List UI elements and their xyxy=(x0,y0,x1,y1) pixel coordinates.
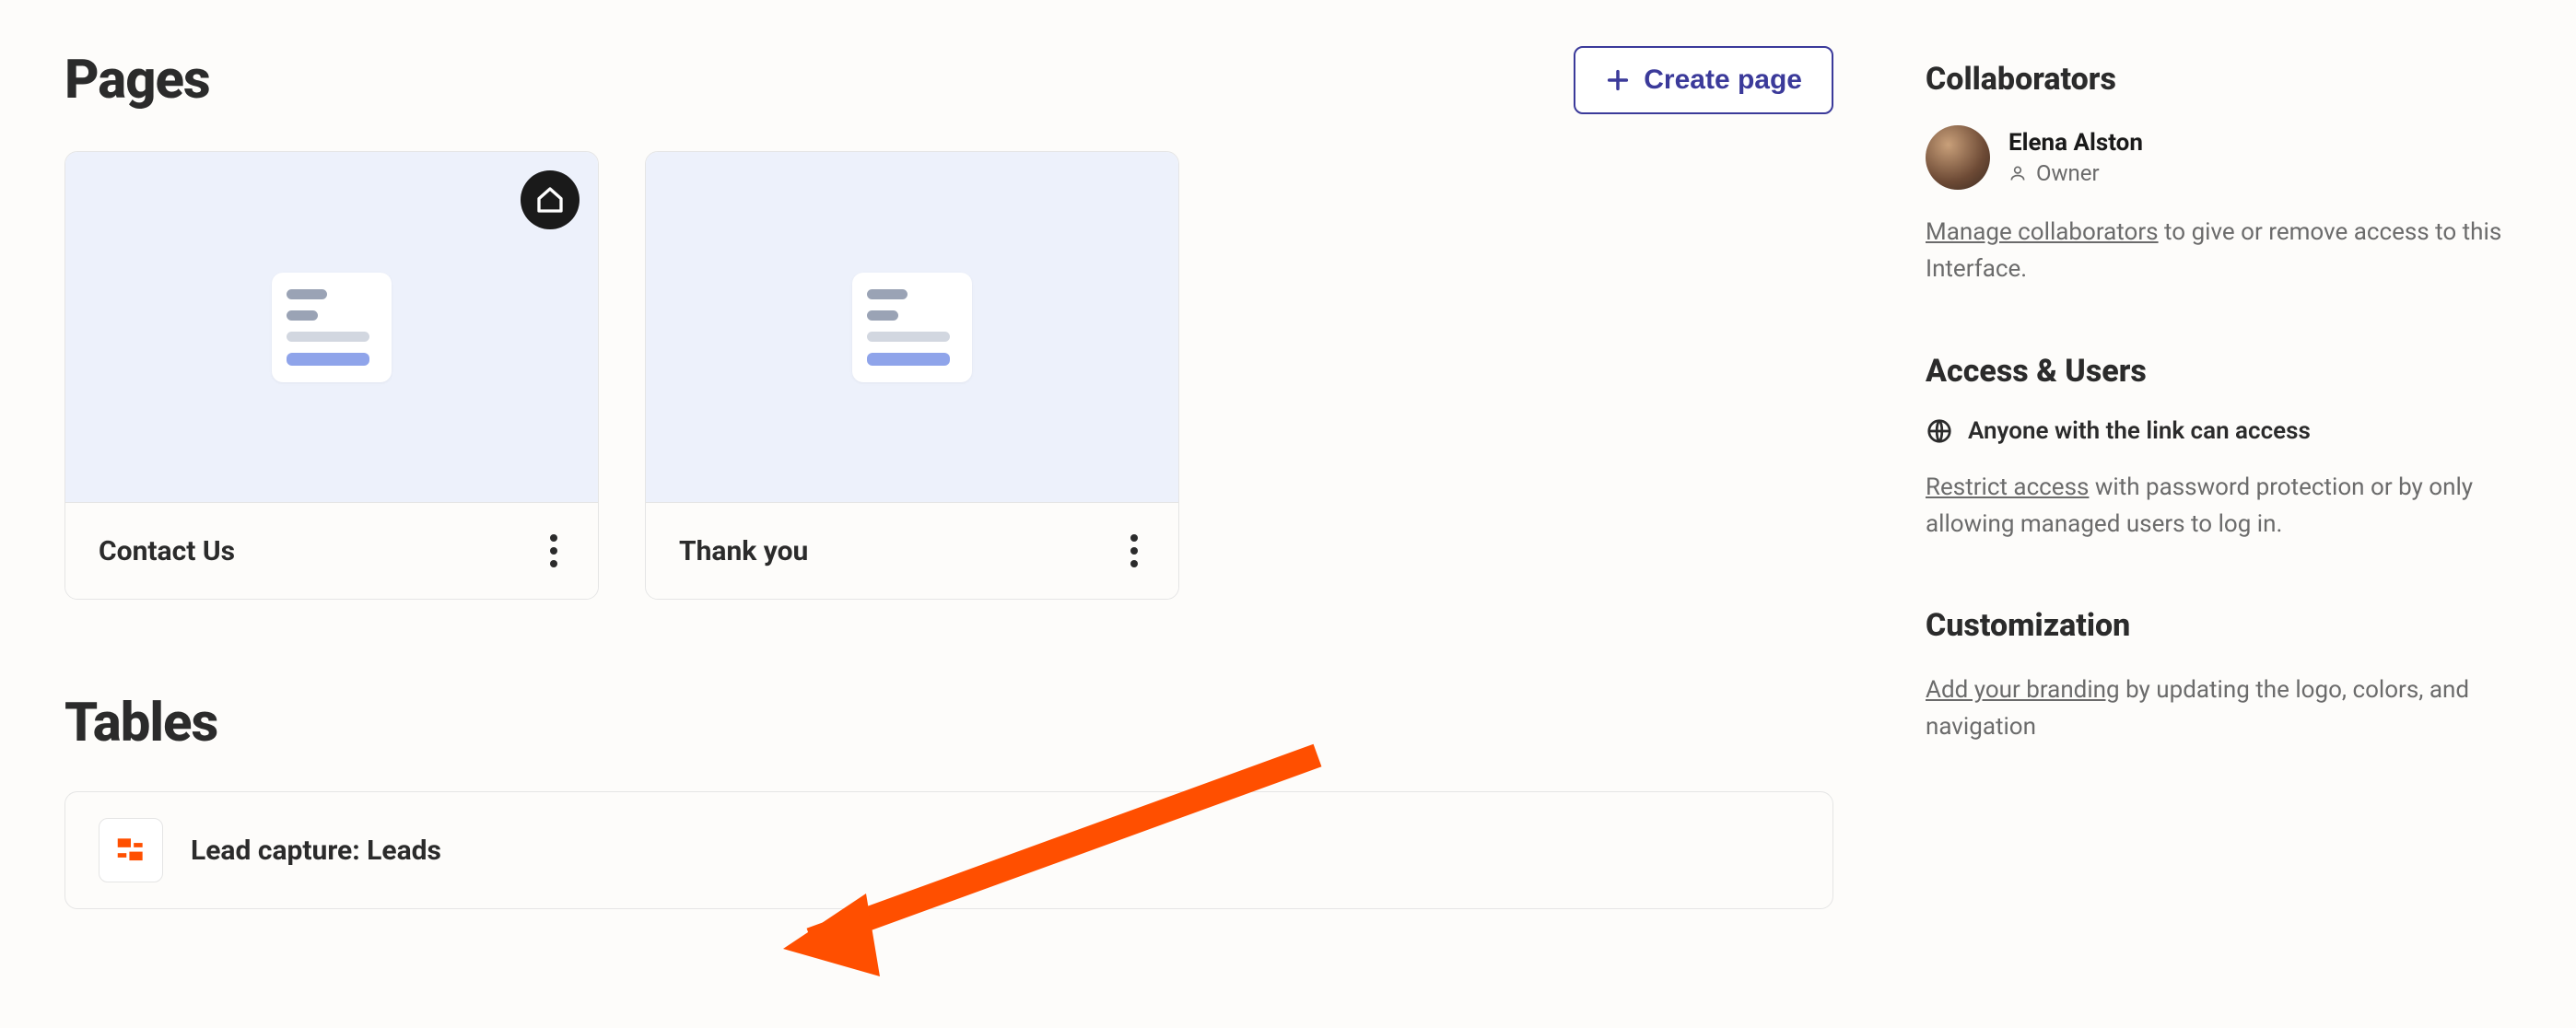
customization-heading: Customization xyxy=(1926,607,2512,644)
page-card-thank-you[interactable]: Thank you xyxy=(645,151,1179,600)
page-card-contact-us[interactable]: Contact Us xyxy=(64,151,599,600)
collaborators-heading: Collaborators xyxy=(1926,61,2512,98)
create-page-button[interactable]: Create page xyxy=(1574,46,1833,114)
collaborators-section: Collaborators Elena Alston Owner Manage … xyxy=(1926,61,2512,288)
access-status-row: Anyone with the link can access xyxy=(1926,417,2512,445)
page-card-menu-button[interactable] xyxy=(543,527,565,575)
collaborator-role: Owner xyxy=(2008,160,2143,186)
home-badge xyxy=(521,170,580,229)
page-card-preview xyxy=(65,152,598,502)
page-card-preview xyxy=(646,152,1178,502)
tables-heading: Tables xyxy=(64,692,1833,754)
avatar xyxy=(1926,125,1990,190)
customization-hint: Add your branding by updating the logo, … xyxy=(1926,672,2512,746)
zapier-tables-icon xyxy=(99,818,163,882)
pages-heading: Pages xyxy=(64,49,210,111)
manage-collaborators-link[interactable]: Manage collaborators xyxy=(1926,218,2159,246)
person-icon xyxy=(2008,164,2027,182)
page-thumbnail-icon xyxy=(272,273,392,382)
access-heading: Access & Users xyxy=(1926,353,2512,390)
collaborator-name: Elena Alston xyxy=(2008,129,2143,157)
collaborator-row: Elena Alston Owner xyxy=(1926,125,2512,190)
globe-icon xyxy=(1926,417,1953,445)
create-page-label: Create page xyxy=(1644,64,1802,96)
page-card-menu-button[interactable] xyxy=(1123,527,1145,575)
restrict-access-link[interactable]: Restrict access xyxy=(1926,473,2089,501)
page-thumbnail-icon xyxy=(852,273,972,382)
table-row-lead-capture[interactable]: Lead capture: Leads xyxy=(64,791,1833,909)
main-content: Pages Create page xyxy=(64,46,1833,909)
sidebar: Collaborators Elena Alston Owner Manage … xyxy=(1926,46,2512,909)
access-status-text: Anyone with the link can access xyxy=(1968,417,2311,445)
customization-section: Customization Add your branding by updat… xyxy=(1926,607,2512,746)
collaborators-hint: Manage collaborators to give or remove a… xyxy=(1926,214,2512,288)
access-section: Access & Users Anyone with the link can … xyxy=(1926,353,2512,543)
access-hint: Restrict access with password protection… xyxy=(1926,469,2512,543)
home-icon xyxy=(535,185,565,215)
table-name: Lead capture: Leads xyxy=(191,835,441,867)
plus-icon xyxy=(1605,67,1631,93)
pages-grid: Contact Us Thank you xyxy=(64,151,1833,600)
page-card-title: Contact Us xyxy=(99,535,235,567)
page-card-title: Thank you xyxy=(679,535,808,567)
add-branding-link[interactable]: Add your branding xyxy=(1926,676,2120,704)
